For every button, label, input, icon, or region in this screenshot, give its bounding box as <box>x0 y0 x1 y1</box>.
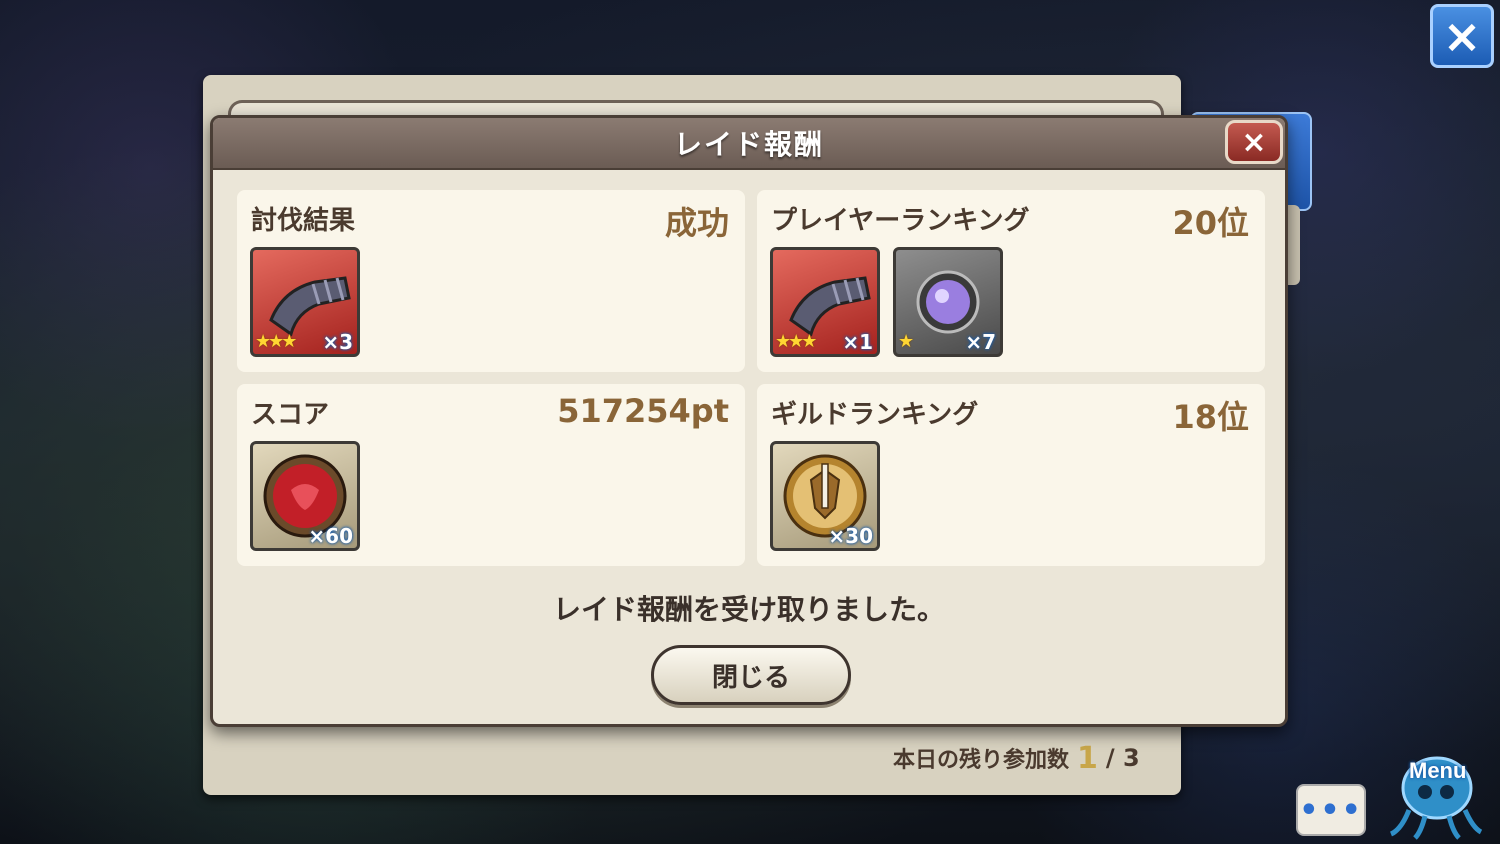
score-card: スコア 517254pt ×60 <box>237 384 745 566</box>
reward-item[interactable]: ×30 <box>770 441 880 551</box>
item-quantity: ×7 <box>965 330 996 354</box>
close-icon: × <box>1442 9 1482 63</box>
menu-label: Menu <box>1409 758 1467 783</box>
remaining-label: 本日の残り参加数 <box>893 748 1070 773</box>
subjugation-result-card: 討伐結果 成功 ★★★ ×3 <box>237 190 745 372</box>
dialog-title: レイド報酬 <box>673 128 824 161</box>
chat-icon: ••• <box>1299 792 1363 828</box>
item-quantity: ×1 <box>842 330 873 354</box>
card-value: 18位 <box>1172 398 1249 436</box>
remaining-participations: 本日の残り参加数 1 / 3 <box>893 738 1140 778</box>
item-quantity: ×60 <box>308 524 353 548</box>
dialog-close-button[interactable]: × <box>1225 120 1283 164</box>
card-value: 20位 <box>1172 204 1249 242</box>
card-label: プレイヤーランキング <box>771 206 1030 236</box>
reward-item[interactable]: ★★★ ×1 <box>770 247 880 357</box>
dialog-header: レイド報酬 <box>213 118 1285 170</box>
item-quantity: ×3 <box>322 330 353 354</box>
close-button-label: 閉じる <box>711 662 790 693</box>
reward-item[interactable]: ★ ×7 <box>893 247 1003 357</box>
rarity-stars: ★★★ <box>775 331 817 352</box>
chat-button[interactable]: ••• <box>1296 784 1366 836</box>
rarity-stars: ★ <box>898 331 914 352</box>
mascot-icon <box>1389 756 1483 840</box>
remaining-total: / 3 <box>1105 744 1140 772</box>
top-close-button[interactable]: × <box>1430 4 1494 68</box>
player-ranking-card: プレイヤーランキング 20位 ★★★ ×1 ★ ×7 <box>757 190 1265 372</box>
close-button[interactable]: 閉じる <box>651 645 851 705</box>
guild-ranking-card: ギルドランキング 18位 ×30 <box>757 384 1265 566</box>
card-value: 成功 <box>664 204 729 242</box>
item-quantity: ×30 <box>828 524 873 548</box>
card-label: スコア <box>251 400 330 430</box>
reward-item[interactable]: ×60 <box>250 441 360 551</box>
reward-received-message: レイド報酬を受け取りました。 <box>552 593 945 626</box>
card-label: 討伐結果 <box>251 206 356 236</box>
rarity-stars: ★★★ <box>255 331 297 352</box>
raid-reward-dialog: レイド報酬 × 討伐結果 成功 ★★★ ×3 プレイヤーランキング 20位 ★★… <box>210 115 1288 727</box>
remaining-count: 1 <box>1077 740 1098 776</box>
card-label: ギルドランキング <box>771 400 979 430</box>
close-icon: × <box>1241 124 1267 160</box>
card-value: 517254pt <box>557 392 729 430</box>
menu-button[interactable]: Menu <box>1385 740 1485 840</box>
reward-item[interactable]: ★★★ ×3 <box>250 247 360 357</box>
